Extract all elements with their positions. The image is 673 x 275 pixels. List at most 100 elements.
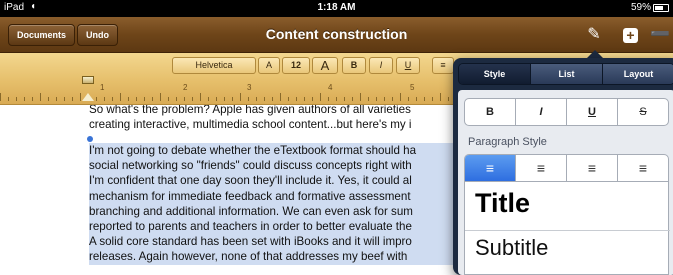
ruler-tick [200,93,201,101]
selected-text-line: I'm not going to debate whether the eTex… [89,143,469,159]
style-item-title[interactable]: Title [475,188,530,219]
ruler-tick [152,97,153,101]
app-toolbar: Documents Undo Content construction ✎ + … [0,17,673,53]
ruler-tick [296,97,297,101]
ruler-tick [32,97,33,101]
justify-button[interactable]: ≡ [618,155,668,181]
document-title: Content construction [265,26,408,42]
paintbrush-icon[interactable]: ✎ [584,25,604,45]
align-left-button[interactable]: ≡ [465,155,516,181]
justify-icon: ≡ [638,160,648,176]
ruler-tick [8,97,9,101]
underline-style-button[interactable]: U [567,99,618,125]
style-item-subtitle[interactable]: Subtitle [475,235,548,261]
style-popover: Style List Layout B I U S Paragraph Styl… [453,58,673,275]
align-right-icon: ≡ [587,160,597,176]
ruler-tick [64,97,65,101]
ruler-tick [160,93,161,101]
ruler-tick [272,97,273,101]
popover-body: B I U S Paragraph Style ≡ ≡ ≡ ≡ Title Su… [458,90,673,275]
font-name-button[interactable]: Helvetica [172,57,256,74]
ruler-tick [184,97,185,101]
text-style-buttons: B I U S [464,98,669,126]
selected-text-line: mechanism for immediate feedback and for… [89,188,469,204]
ruler-tick [144,97,145,101]
font-larger-button[interactable]: A [312,57,338,74]
font-smaller-button[interactable]: A [258,57,280,74]
tab-list[interactable]: List [531,64,603,84]
underline-button[interactable]: U [396,57,420,74]
ruler-tick [448,97,449,101]
ruler-tick [48,97,49,101]
strikethrough-style-button[interactable]: S [618,99,668,125]
ruler-tick [424,97,425,101]
indent-marker[interactable] [82,76,94,84]
ruler-tick [56,97,57,101]
ruler-tick [432,97,433,101]
wrench-icon[interactable]: ➖ [650,25,670,45]
ruler-tick [128,97,129,101]
ruler-tick [360,93,361,101]
bold-style-button[interactable]: B [465,99,516,125]
font-size-button[interactable]: 12 [282,57,310,74]
ruler-number: 5 [410,83,415,92]
ruler-tick [264,97,265,101]
align-button[interactable]: ≡ [432,57,454,74]
ruler-tick [440,93,441,101]
ruler-tick [240,93,241,101]
ruler-tick [0,93,1,101]
bold-button[interactable]: B [342,57,366,74]
selected-text-line: releases. Again however, none of that ad… [89,249,469,265]
paragraph-style-list: Title Subtitle [464,182,670,275]
ruler-tick [344,97,345,101]
tab-style[interactable]: Style [459,64,531,84]
ruler-tick [208,97,209,101]
popover-tabs: Style List Layout [458,63,673,85]
ruler-tick [328,97,329,101]
ruler-tick [256,97,257,101]
italic-style-button[interactable]: I [516,99,567,125]
align-left-icon: ≡ [485,160,495,176]
ruler-tick [320,93,321,101]
ruler-tick [392,97,393,101]
ruler-tick [224,97,225,101]
battery-percent: 59% [630,2,651,13]
ruler-number: 4 [328,83,333,92]
insert-plus-icon[interactable]: + [623,28,638,43]
paragraph: So what's the problem? Apple has given a… [89,105,469,132]
ruler-tick [416,97,417,101]
ruler-tick [96,97,97,101]
ruler-tick [248,97,249,101]
text-line: So what's the problem? Apple has given a… [89,105,411,116]
divider [465,230,670,231]
ruler-number: 3 [247,83,252,92]
selected-paragraph: I'm not going to debate whether the eTex… [89,143,469,265]
paragraph-style-label: Paragraph Style [468,136,547,148]
ruler-tick [312,97,313,101]
ruler-tick [24,97,25,101]
ruler-tick [136,97,137,101]
align-right-button[interactable]: ≡ [567,155,618,181]
ruler-tick [280,93,281,101]
align-center-button[interactable]: ≡ [516,155,567,181]
selected-text-line: social networking so "friends" could dis… [89,158,469,174]
ruler-tick [40,93,41,101]
ruler-tick [368,97,369,101]
tab-stop-marker[interactable] [82,93,94,101]
ruler-tick [304,97,305,101]
ruler-tick [176,97,177,101]
ruler-tick [120,93,121,101]
ruler-number: 2 [183,83,188,92]
battery-icon [653,4,669,12]
ruler-tick [376,97,377,101]
ruler-tick [384,97,385,101]
ruler-tick [216,97,217,101]
selection-handle[interactable] [87,136,93,142]
ruler-tick [400,93,401,101]
ruler-tick [80,93,81,101]
ruler-tick [288,97,289,101]
tab-layout[interactable]: Layout [603,64,673,84]
status-bar: iPad ◖ 1:18 AM 59% [0,0,673,17]
italic-button[interactable]: I [369,57,393,74]
ruler-tick [72,97,73,101]
